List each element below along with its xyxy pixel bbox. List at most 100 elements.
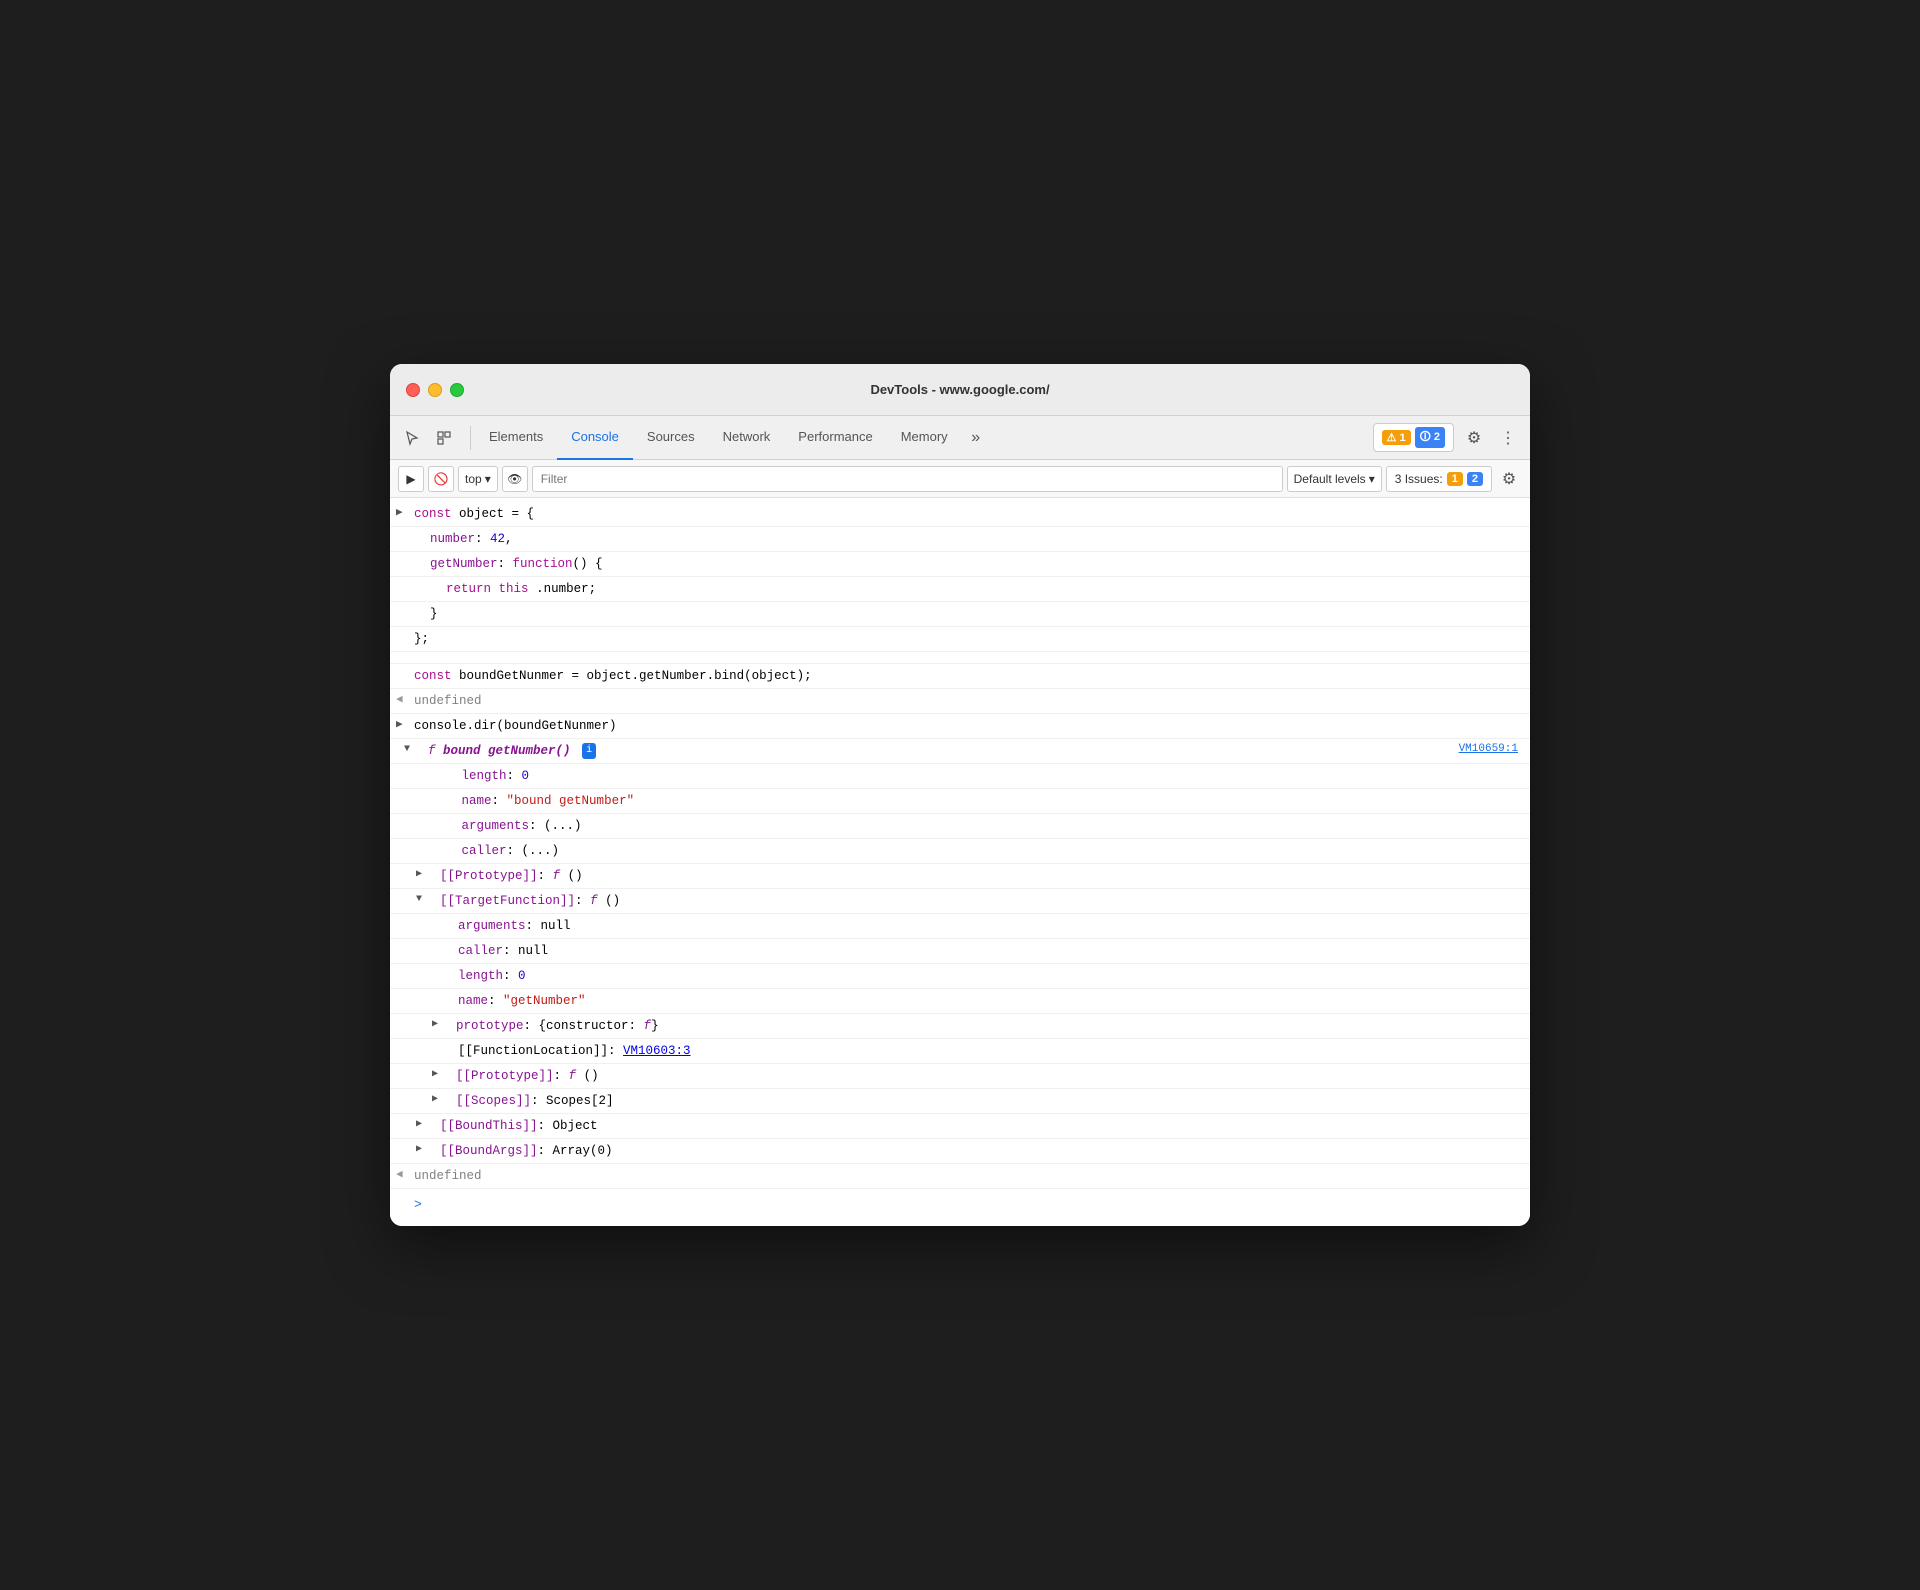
tab-sources[interactable]: Sources (633, 416, 709, 460)
console-toolbar: ▶ 🚫 top ▾ 👁 Default levels ▾ 3 Issues: 1… (390, 460, 1530, 498)
close-button[interactable] (406, 383, 420, 397)
maximize-button[interactable] (450, 383, 464, 397)
code-content-6: }; (414, 629, 1522, 649)
code-content-1: const object = { (414, 504, 1522, 524)
tree-tf-length-content: length: 0 (458, 966, 1522, 986)
tab-separator (470, 426, 471, 450)
titlebar: DevTools - www.google.com/ (390, 364, 1530, 416)
code-entry-2: number: 42, (390, 527, 1530, 552)
live-expressions-btn[interactable]: 👁 (502, 466, 528, 492)
code-entry-6: }; (390, 627, 1530, 652)
targetfunc-triangle[interactable] (416, 892, 428, 908)
code-entry-bind: const boundGetNunmer = object.getNumber.… (390, 664, 1530, 689)
cursor-icon (404, 430, 420, 446)
boundargs-triangle[interactable] (416, 1142, 428, 1158)
tree-tf-name: name: "getNumber" (390, 989, 1530, 1014)
tree-root-content: f bound getNumber() i (414, 741, 1522, 761)
tree-caller: caller: (...) (390, 839, 1530, 864)
tree-tf-proto2-content: [[Prototype]]: f () (442, 1066, 1522, 1086)
code-entry-4: return this .number; (390, 577, 1530, 602)
tab-memory[interactable]: Memory (887, 416, 962, 460)
tree-root-triangle[interactable] (404, 742, 416, 758)
clear-console-btn[interactable]: 🚫 (428, 466, 454, 492)
tree-targetfunction-content: [[TargetFunction]]: f () (426, 891, 1522, 911)
tree-tf-scopes-content: [[Scopes]]: Scopes[2] (442, 1091, 1522, 1111)
tree-boundthis-content: [[BoundThis]]: Object (426, 1116, 1522, 1136)
prototype-triangle[interactable] (416, 867, 428, 883)
tf-proto2-triangle[interactable] (432, 1067, 444, 1083)
tab-elements[interactable]: Elements (475, 416, 557, 460)
traffic-lights (406, 383, 464, 397)
output-content-1: undefined (414, 691, 1522, 711)
tree-tf-name-content: name: "getNumber" (458, 991, 1522, 1011)
tree-tf-caller-content: caller: null (458, 941, 1522, 961)
blank-entry (390, 652, 1530, 664)
vm-link-1[interactable]: VM10659:1 (1459, 741, 1518, 759)
expand-arrow-dir[interactable] (396, 717, 403, 735)
output-arrow-1: ◀ (396, 692, 403, 710)
tree-prototype: [[Prototype]]: f () (390, 864, 1530, 889)
cursor-icon-btn[interactable] (398, 424, 426, 452)
console-prompt[interactable]: > (390, 1189, 1530, 1222)
tree-tf-arguments-content: arguments: null (458, 916, 1522, 936)
issues-info-count: 2 (1467, 472, 1483, 486)
tf-scopes-triangle[interactable] (432, 1092, 444, 1108)
code-content-2: number: 42, (414, 529, 1522, 549)
tree-prototype-content: [[Prototype]]: f () (426, 866, 1522, 886)
code-content-3: getNumber: function() { (414, 554, 1522, 574)
code-content-4: return this .number; (414, 579, 1522, 599)
code-content-5: } (414, 604, 1522, 624)
run-script-btn[interactable]: ▶ (398, 466, 424, 492)
tree-tf-length: length: 0 (390, 964, 1530, 989)
tab-console[interactable]: Console (557, 416, 633, 460)
issues-badge[interactable]: ⚠ 1 🛈 2 (1373, 423, 1454, 452)
more-options-btn[interactable]: ⋮ (1494, 424, 1522, 452)
tree-length-content: length: 0 (442, 766, 1522, 786)
tree-tf-scopes: [[Scopes]]: Scopes[2] (390, 1089, 1530, 1114)
devtools-window: DevTools - www.google.com/ Elements Cons (390, 364, 1530, 1226)
tree-length: length: 0 (390, 764, 1530, 789)
console-settings-btn[interactable]: ⚙ (1496, 466, 1522, 492)
tree-tf-prototype: prototype: {constructor: f} (390, 1014, 1530, 1039)
consoledir-content: console.dir(boundGetNunmer) (414, 716, 1522, 736)
console-output: const object = { number: 42, getNumber: … (390, 498, 1530, 1226)
window-title: DevTools - www.google.com/ (870, 382, 1049, 397)
settings-icon-btn[interactable]: ⚙ (1460, 424, 1488, 452)
tree-boundthis: [[BoundThis]]: Object (390, 1114, 1530, 1139)
inspect-icon (436, 430, 452, 446)
output-content-2: undefined (414, 1166, 1522, 1186)
more-tabs-button[interactable]: » (962, 424, 990, 452)
info-icon[interactable]: i (582, 743, 596, 759)
code-entry-5: } (390, 602, 1530, 627)
funclocation-link[interactable]: VM10603:3 (623, 1044, 691, 1058)
code-entry-1: const object = { (390, 502, 1530, 527)
tf-prototype-triangle[interactable] (432, 1017, 444, 1033)
devtools-tab-bar: Elements Console Sources Network Perform… (390, 416, 1530, 460)
tab-network[interactable]: Network (709, 416, 785, 460)
output-arrow-2: ◀ (396, 1167, 403, 1185)
tree-boundargs-content: [[BoundArgs]]: Array(0) (426, 1141, 1522, 1161)
output-undefined-2: ◀ undefined (390, 1164, 1530, 1189)
log-levels-selector[interactable]: Default levels ▾ (1287, 466, 1382, 492)
inspect-icon-btn[interactable] (430, 424, 458, 452)
consoledir-entry: console.dir(boundGetNunmer) (390, 714, 1530, 739)
tab-performance[interactable]: Performance (784, 416, 886, 460)
tree-tf-arguments: arguments: null (390, 914, 1530, 939)
expand-arrow-1[interactable] (396, 505, 403, 523)
context-selector[interactable]: top ▾ (458, 466, 498, 492)
tree-tf-prototype-content: prototype: {constructor: f} (442, 1016, 1522, 1036)
info-badge: 🛈 2 (1415, 427, 1445, 448)
tree-targetfunction: [[TargetFunction]]: f () (390, 889, 1530, 914)
tab-actions: ⚠ 1 🛈 2 ⚙ ⋮ (1373, 423, 1522, 452)
tree-root-entry: f bound getNumber() i VM10659:1 (390, 739, 1530, 764)
code-entry-3: getNumber: function() { (390, 552, 1530, 577)
boundthis-triangle[interactable] (416, 1117, 428, 1133)
minimize-button[interactable] (428, 383, 442, 397)
tree-tf-caller: caller: null (390, 939, 1530, 964)
issues-warning-count: 1 (1447, 472, 1463, 486)
filter-input[interactable] (532, 466, 1283, 492)
tree-name-content: name: "bound getNumber" (442, 791, 1522, 811)
tree-boundargs: [[BoundArgs]]: Array(0) (390, 1139, 1530, 1164)
issues-button[interactable]: 3 Issues: 1 2 (1386, 466, 1492, 492)
tab-icon-group (398, 424, 458, 452)
